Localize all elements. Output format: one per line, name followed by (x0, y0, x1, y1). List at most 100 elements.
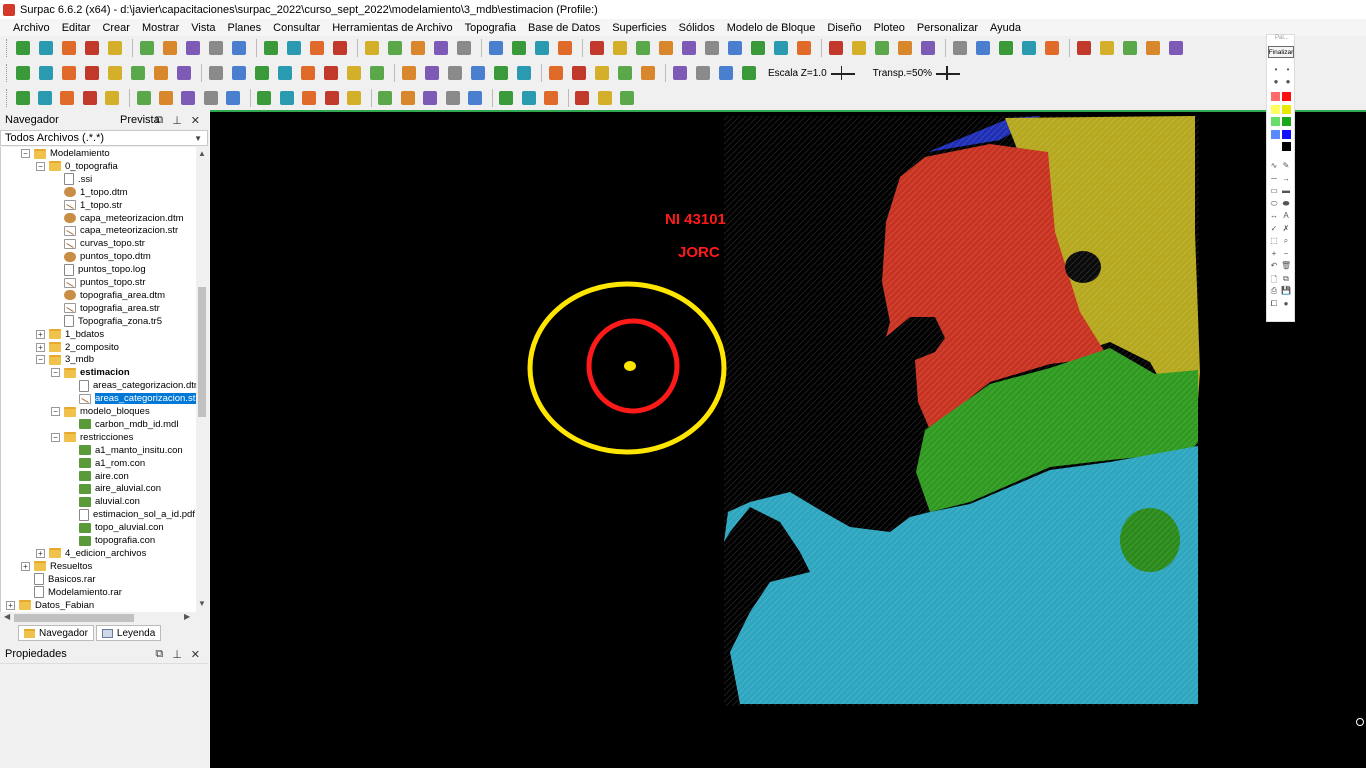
toolbar-tool-button[interactable] (872, 38, 892, 58)
file-filter-select[interactable]: Todos Archivos (.*.*) ▼ (0, 130, 208, 146)
palette-tool-icon[interactable]: ✗ (1281, 224, 1291, 233)
color-swatch[interactable] (1282, 92, 1291, 101)
toolbar-tool-button[interactable] (1143, 38, 1163, 58)
menu-item-consultar[interactable]: Consultar (267, 22, 326, 34)
toolbar-tool-button[interactable] (300, 88, 319, 108)
menu-item-topografia[interactable]: Topografia (459, 22, 522, 34)
toolbar-tool-button[interactable] (80, 88, 99, 108)
toolbar-tool-button[interactable] (399, 63, 419, 83)
toolbar-tool-button[interactable] (105, 38, 125, 58)
tree-item-folder[interactable]: − estimacion (51, 366, 130, 379)
tree-item-dtm[interactable]: puntos_topo.dtm (64, 250, 151, 263)
scroll-right-icon[interactable]: ▶ (184, 612, 190, 621)
tree-item-file[interactable]: Basicos.rar (34, 573, 96, 586)
toolbar-tool-button[interactable] (973, 38, 993, 58)
collapse-icon[interactable]: − (51, 407, 60, 416)
menu-item-ploteo[interactable]: Ploteo (868, 22, 911, 34)
point-size-icon[interactable]: • (1283, 65, 1293, 74)
toolbar-grip[interactable] (6, 89, 9, 107)
tree-horizontal-scrollbar[interactable]: ◀ ▶ (0, 612, 208, 624)
toolbar-tool-button[interactable] (362, 38, 382, 58)
expand-icon[interactable]: + (6, 600, 15, 610)
menu-item-crear[interactable]: Crear (96, 22, 136, 34)
palette-tool-icon[interactable]: A (1281, 211, 1291, 220)
toolbar-tool-button[interactable] (716, 63, 736, 83)
menu-item-s-lidos[interactable]: Sólidos (673, 22, 721, 34)
tree-item-conf[interactable]: a1_manto_insitu.con (79, 444, 183, 457)
point-size-icon[interactable]: ● (1271, 77, 1281, 86)
tree-item-conf[interactable]: aluvial.con (79, 495, 140, 508)
scroll-up-icon[interactable]: ▲ (198, 149, 206, 158)
tree-item-folder[interactable]: +2_composito (36, 341, 119, 354)
toolbar-tool-button[interactable] (514, 63, 534, 83)
menu-item-superficies[interactable]: Superficies (606, 22, 672, 34)
toolbar-tool-button[interactable] (497, 88, 516, 108)
toolbar-tool-button[interactable] (59, 38, 79, 58)
tree-item-folder[interactable]: − 3_mdb (36, 353, 94, 366)
toolbar-tool-button[interactable] (137, 38, 157, 58)
tree-vertical-scrollbar[interactable]: ▲ ▼ (196, 147, 208, 612)
tree-item-conf[interactable]: carbon_mdb_id.mdl (79, 418, 178, 431)
toolbar-tool-button[interactable] (739, 63, 759, 83)
tree-item-str[interactable]: curvas_topo.str (64, 237, 145, 250)
tree-item-folder[interactable]: − restricciones (51, 431, 133, 444)
tree-item-str[interactable]: capa_meteorizacion.str (64, 224, 178, 237)
tree-item-file[interactable]: Modelamiento.rar (34, 586, 122, 599)
toolbar-tool-button[interactable] (595, 88, 614, 108)
toolbar-tool-button[interactable] (670, 63, 690, 83)
toolbar-tool-button[interactable] (486, 38, 506, 58)
color-swatch[interactable] (1271, 142, 1280, 151)
tree-item-folder[interactable]: − modelo_bloques (51, 405, 150, 418)
tree-item-str[interactable]: puntos_topo.str (64, 276, 146, 289)
tree-item-file[interactable]: areas_categorizacion.dtm (79, 379, 202, 392)
toolbar-tool-button[interactable] (206, 38, 226, 58)
scroll-thumb[interactable] (14, 614, 134, 622)
toolbar-tool-button[interactable] (491, 63, 511, 83)
toolbar-tool-button[interactable] (398, 88, 417, 108)
color-swatch[interactable] (1271, 92, 1280, 101)
toolbar-tool-button[interactable] (58, 88, 77, 108)
finish-button[interactable]: Finalizar (1268, 46, 1294, 58)
toolbar-tool-button[interactable] (330, 38, 350, 58)
tree-item-file[interactable]: .ssi (64, 173, 92, 186)
tree-item-str[interactable]: 1_topo.str (64, 199, 122, 212)
color-swatch[interactable] (1282, 104, 1291, 114)
color-swatch[interactable] (1282, 117, 1291, 126)
toolbar-tool-button[interactable] (160, 38, 180, 58)
restore-icon[interactable]: ⧉ (155, 648, 163, 661)
palette-tool-icon[interactable]: ⬬ (1281, 199, 1291, 209)
tree-item-folder[interactable]: + Resueltos (21, 560, 92, 573)
toolbar-tool-button[interactable] (1166, 38, 1186, 58)
toolbar-tool-button[interactable] (445, 63, 465, 83)
tree-item-dtm[interactable]: topografia_area.dtm (64, 289, 165, 302)
preview-toggle[interactable]: Prevista (120, 114, 160, 126)
menu-item-planes[interactable]: Planes (222, 22, 268, 34)
color-swatch[interactable] (1282, 142, 1291, 151)
palette-tool-icon[interactable]: 💾 (1281, 286, 1291, 295)
palette-tool-icon[interactable]: ⬭ (1269, 199, 1279, 209)
toolbar-tool-button[interactable] (82, 63, 102, 83)
scroll-thumb[interactable] (198, 287, 206, 417)
toolbar-tool-button[interactable] (794, 38, 814, 58)
toolbar-tool-button[interactable] (771, 38, 791, 58)
menu-item-dise-o[interactable]: Diseño (821, 22, 867, 34)
point-size-icon[interactable]: ● (1283, 77, 1293, 86)
palette-tool-icon[interactable]: ⌕ (1281, 236, 1291, 246)
tree-item-folder[interactable]: + Datos_Fabian (6, 599, 94, 612)
menu-item-base-de-datos[interactable]: Base de Datos (522, 22, 606, 34)
palette-tool-icon[interactable]: ▬ (1281, 186, 1291, 195)
toolbar-tool-button[interactable] (532, 38, 552, 58)
toolbar-tool-button[interactable] (633, 38, 653, 58)
restore-icon[interactable]: ⧉ (155, 114, 163, 127)
toolbar-tool-button[interactable] (1120, 38, 1140, 58)
palette-tool-icon[interactable]: ✎ (1281, 161, 1291, 170)
toolbar-tool-button[interactable] (573, 88, 592, 108)
toolbar-tool-button[interactable] (587, 38, 607, 58)
expand-icon[interactable]: + (36, 329, 45, 339)
toolbar-tool-button[interactable] (59, 63, 79, 83)
toolbar-tool-button[interactable] (344, 88, 363, 108)
menu-item-editar[interactable]: Editar (56, 22, 97, 34)
toolbar-tool-button[interactable] (307, 38, 327, 58)
tree-item-conf[interactable]: a1_rom.con (79, 457, 145, 470)
toolbar-tool-button[interactable] (385, 38, 405, 58)
